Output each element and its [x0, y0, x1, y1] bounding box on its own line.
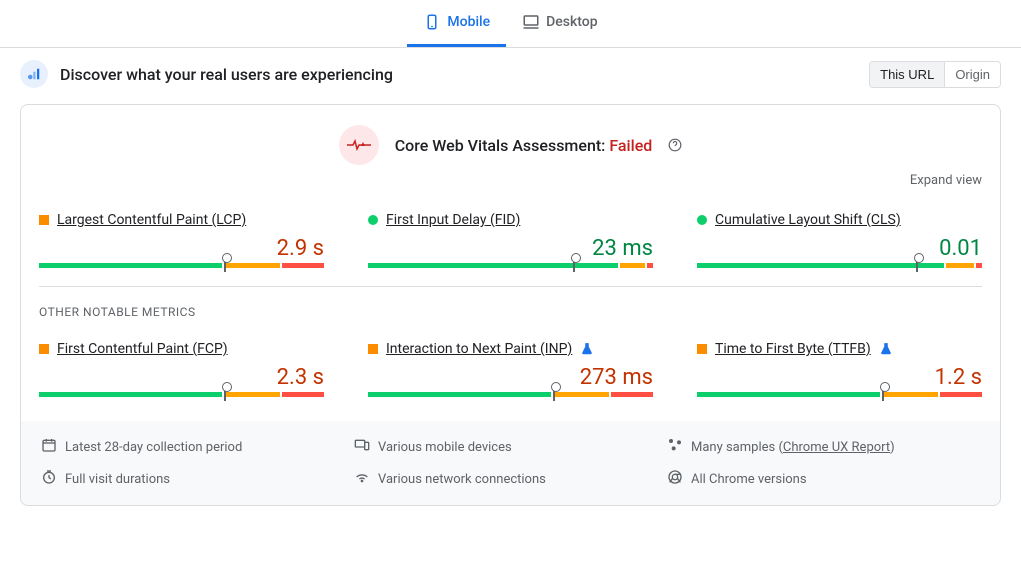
discover-header: Discover what your real users are experi…: [0, 48, 1021, 100]
metric-value: 23 ms: [368, 236, 653, 261]
metric-value: 2.3 s: [39, 365, 324, 390]
bar-marker: [553, 388, 555, 401]
status-bullet: [697, 215, 707, 225]
status-bullet: [368, 215, 378, 225]
metric: Cumulative Layout Shift (CLS) 0.01: [697, 212, 982, 268]
metric-bar: [368, 392, 653, 397]
metric-name-link[interactable]: Time to First Byte (TTFB): [715, 341, 871, 357]
flask-icon: [580, 342, 594, 356]
metrics-divider: [39, 286, 982, 287]
footer-text: Many samples (Chrome UX Report): [691, 440, 895, 455]
metric-header: Interaction to Next Paint (INP): [368, 341, 653, 357]
metric-name-link[interactable]: Cumulative Layout Shift (CLS): [715, 212, 901, 228]
discover-title: Discover what your real users are experi…: [60, 65, 857, 84]
footer-item: All Chrome versions: [667, 469, 980, 489]
assessment-row: Core Web Vitals Assessment: Failed: [39, 125, 982, 165]
assessment-text: Core Web Vitals Assessment: Failed: [395, 136, 653, 155]
bar-marker: [224, 259, 226, 272]
desktop-icon: [522, 13, 540, 31]
metric: First Input Delay (FID) 23 ms: [368, 212, 653, 268]
status-bullet: [697, 344, 707, 354]
metric-bar: [697, 263, 982, 268]
metric-header: Largest Contentful Paint (LCP): [39, 212, 324, 228]
metric-name-link[interactable]: Interaction to Next Paint (INP): [386, 341, 572, 357]
calendar-icon: [41, 437, 57, 457]
metric-value: 2.9 s: [39, 236, 324, 261]
card-footer: Latest 28-day collection period Various m…: [21, 421, 1000, 505]
metric-bar: [39, 392, 324, 397]
expand-view-row: Expand view: [39, 173, 982, 188]
footer-item: Various network connections: [354, 469, 667, 489]
samples-icon: [667, 437, 683, 457]
footer-item: Latest 28-day collection period: [41, 437, 354, 457]
metric-name-link[interactable]: First Contentful Paint (FCP): [57, 341, 228, 357]
bar-marker: [916, 259, 918, 272]
expand-view-link[interactable]: Expand view: [910, 173, 982, 188]
devices-icon: [354, 437, 370, 457]
status-bullet: [368, 344, 378, 354]
secondary-metrics: First Contentful Paint (FCP) 2.3 s Intera…: [39, 341, 982, 397]
metric-value: 273 ms: [368, 365, 653, 390]
help-icon[interactable]: [668, 138, 682, 152]
metric-header: First Input Delay (FID): [368, 212, 653, 228]
status-bullet: [39, 215, 49, 225]
footer-item: Various mobile devices: [354, 437, 667, 457]
assessment-status: Failed: [609, 136, 652, 155]
metric-name-link[interactable]: First Input Delay (FID): [386, 212, 520, 228]
status-bullet: [39, 344, 49, 354]
bar-marker: [882, 388, 884, 401]
other-metrics-title: OTHER NOTABLE METRICS: [39, 305, 982, 319]
metric: Largest Contentful Paint (LCP) 2.9 s: [39, 212, 324, 268]
flask-icon: [879, 342, 893, 356]
clock-icon: [41, 469, 57, 489]
metric: Interaction to Next Paint (INP) 273 ms: [368, 341, 653, 397]
toggle-this-url[interactable]: This URL: [870, 62, 944, 87]
metric-header: First Contentful Paint (FCP): [39, 341, 324, 357]
footer-text: All Chrome versions: [691, 472, 807, 487]
footer-item: Many samples (Chrome UX Report): [667, 437, 980, 457]
metric-header: Cumulative Layout Shift (CLS): [697, 212, 982, 228]
bar-marker: [573, 259, 575, 272]
footer-text: Various network connections: [378, 472, 546, 487]
metric-bar: [39, 263, 324, 268]
wifi-icon: [354, 469, 370, 489]
vitals-card: Core Web Vitals Assessment: Failed Expan…: [20, 104, 1001, 506]
chrome-icon: [667, 469, 683, 489]
metric: First Contentful Paint (FCP) 2.3 s: [39, 341, 324, 397]
assessment-label: Core Web Vitals Assessment:: [395, 136, 610, 155]
metric-name-link[interactable]: Largest Contentful Paint (LCP): [57, 212, 246, 228]
pulse-icon: [339, 125, 379, 165]
url-origin-toggle: This URL Origin: [869, 61, 1001, 88]
footer-text: Latest 28-day collection period: [65, 440, 242, 455]
mobile-icon: [423, 13, 441, 31]
tab-mobile[interactable]: Mobile: [407, 0, 506, 47]
footer-link[interactable]: Chrome UX Report: [783, 440, 890, 455]
metric-bar: [697, 392, 982, 397]
device-tabs: Mobile Desktop: [0, 0, 1021, 48]
gauge-icon: [20, 60, 48, 88]
tab-desktop-label: Desktop: [546, 14, 597, 30]
footer-text: Various mobile devices: [378, 440, 512, 455]
metric-value: 0.01: [697, 236, 982, 261]
bar-marker: [224, 388, 226, 401]
metric-value: 1.2 s: [697, 365, 982, 390]
metric-header: Time to First Byte (TTFB): [697, 341, 982, 357]
metric-bar: [368, 263, 653, 268]
tab-desktop[interactable]: Desktop: [506, 0, 613, 47]
footer-text: Full visit durations: [65, 472, 170, 487]
metric: Time to First Byte (TTFB) 1.2 s: [697, 341, 982, 397]
primary-metrics: Largest Contentful Paint (LCP) 2.9 s Firs…: [39, 212, 982, 268]
tab-mobile-label: Mobile: [447, 14, 490, 30]
footer-item: Full visit durations: [41, 469, 354, 489]
toggle-origin[interactable]: Origin: [944, 62, 1000, 87]
